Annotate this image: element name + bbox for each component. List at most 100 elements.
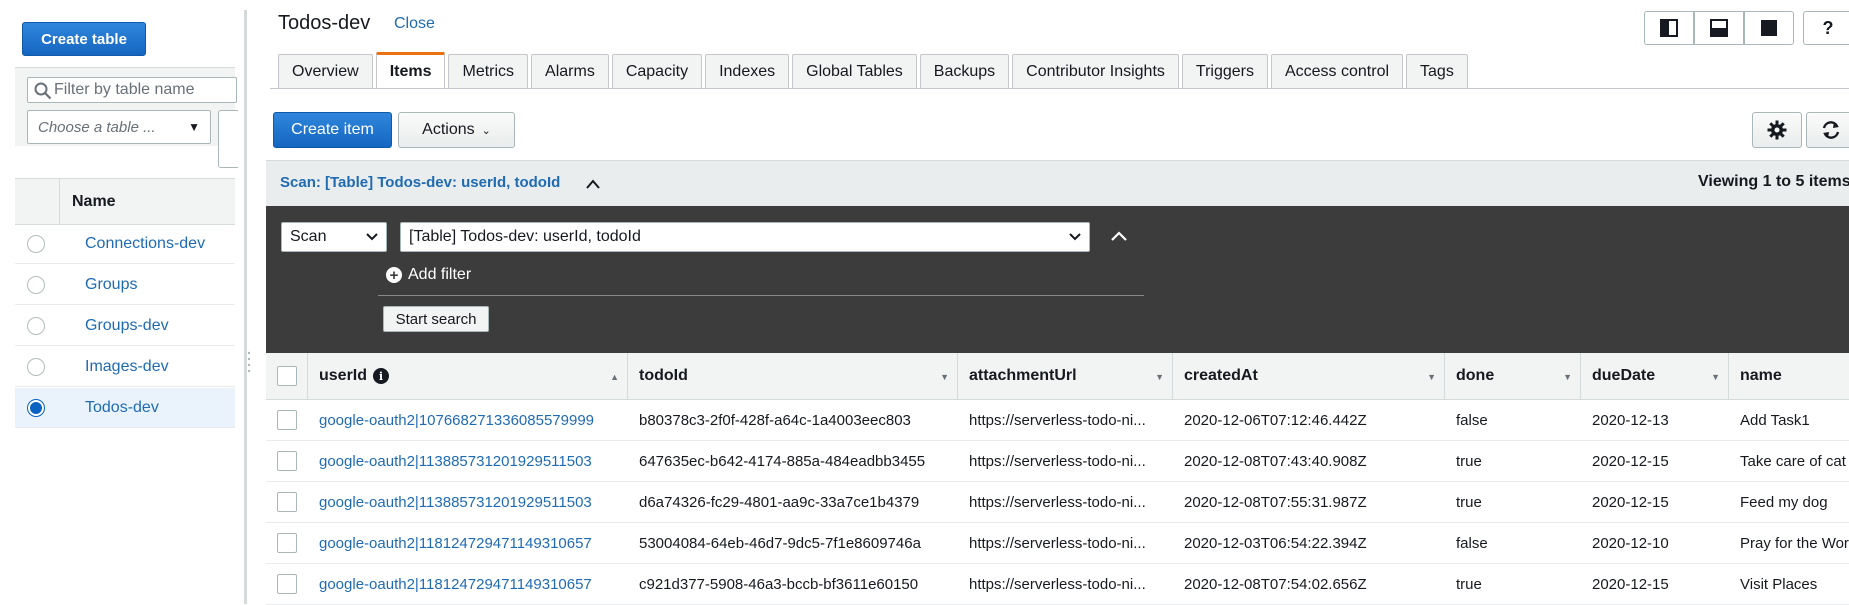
- sort-ascending-icon[interactable]: ▲: [610, 372, 619, 382]
- sort-icon[interactable]: ▼: [1427, 372, 1436, 382]
- tab-overview[interactable]: Overview: [278, 54, 373, 88]
- table-list-item[interactable]: Images-dev: [15, 347, 235, 387]
- split-horizontal-view-button[interactable]: [1694, 11, 1744, 45]
- create-item-button[interactable]: Create item: [273, 112, 392, 148]
- sort-icon[interactable]: ▼: [1563, 372, 1572, 382]
- scan-summary-toggle[interactable]: Scan: [Table] Todos-dev: userId, todoId: [280, 174, 560, 191]
- sort-icon[interactable]: ▼: [940, 372, 949, 382]
- cell-attachmenturl: https://serverless-todo-ni...: [958, 482, 1173, 522]
- viewing-count: Viewing 1 to 5 items: [1698, 173, 1849, 190]
- actions-dropdown-button[interactable]: Actions ⌄: [398, 112, 515, 148]
- help-button[interactable]: ?: [1803, 11, 1849, 45]
- select-all-column: [266, 353, 308, 399]
- tab-access-control[interactable]: Access control: [1270, 54, 1404, 88]
- column-header-createdat[interactable]: createdAt ▼: [1173, 353, 1445, 399]
- cell-userid[interactable]: google-oauth2|118124729471149310657: [308, 523, 628, 563]
- cell-userid[interactable]: google-oauth2|113885731201929511503: [308, 441, 628, 481]
- column-header-userid[interactable]: userId i ▲: [308, 353, 628, 399]
- chevron-down-icon: ⌄: [481, 124, 491, 137]
- radio-button[interactable]: [27, 234, 45, 253]
- collapse-scan-icon[interactable]: [1110, 230, 1128, 242]
- item-link[interactable]: google-oauth2|113885731201929511503: [319, 453, 592, 470]
- radio-button[interactable]: [27, 398, 45, 417]
- sidebar-action-button[interactable]: [218, 110, 238, 168]
- column-header-done[interactable]: done ▼: [1445, 353, 1581, 399]
- table-name-link[interactable]: Groups-dev: [85, 317, 169, 335]
- scan-mode-select[interactable]: Scan: [281, 222, 387, 252]
- row-checkbox[interactable]: [277, 492, 297, 512]
- tab-capacity[interactable]: Capacity: [611, 54, 703, 88]
- item-link[interactable]: google-oauth2|113885731201929511503: [319, 494, 592, 511]
- radio-button[interactable]: [27, 316, 45, 335]
- column-header-label: todoId: [639, 367, 688, 384]
- info-icon[interactable]: i: [373, 368, 390, 384]
- table-list-item[interactable]: Groups: [15, 265, 235, 305]
- create-table-button[interactable]: Create table: [22, 22, 146, 56]
- table-list-item[interactable]: Groups-dev: [15, 306, 235, 346]
- table-name-link[interactable]: Groups: [85, 276, 137, 294]
- chevron-up-icon[interactable]: [585, 178, 601, 190]
- pane-divider[interactable]: [244, 10, 247, 604]
- table-row[interactable]: google-oauth2|118124729471149310657 53004…: [266, 523, 1849, 564]
- cell-value: true: [1456, 493, 1482, 511]
- tab-triggers[interactable]: Triggers: [1181, 54, 1268, 88]
- column-header-label: attachmentUrl: [969, 367, 1077, 384]
- tab-alarms[interactable]: Alarms: [531, 54, 609, 88]
- tab-indexes[interactable]: Indexes: [705, 54, 790, 88]
- row-checkbox[interactable]: [277, 410, 297, 430]
- split-vertical-view-button[interactable]: [1644, 11, 1694, 45]
- item-link[interactable]: google-oauth2|107668271336085579999: [319, 412, 594, 429]
- column-header-label: createdAt: [1184, 367, 1258, 384]
- item-link[interactable]: google-oauth2|118124729471149310657: [319, 576, 592, 593]
- tab-global-tables[interactable]: Global Tables: [792, 54, 917, 88]
- sort-icon[interactable]: ▼: [1711, 372, 1720, 382]
- radio-button[interactable]: [27, 275, 45, 294]
- table-name-link[interactable]: Todos-dev: [85, 399, 159, 417]
- table-row[interactable]: google-oauth2|113885731201929511503 64763…: [266, 441, 1849, 482]
- column-header-duedate[interactable]: dueDate ▼: [1581, 353, 1729, 399]
- refresh-button[interactable]: [1806, 112, 1849, 148]
- table-row[interactable]: google-oauth2|107668271336085579999 b8037…: [266, 400, 1849, 441]
- cell-value: 647635ec-b642-4174-885a-484eadbb3455: [639, 452, 926, 470]
- sort-icon[interactable]: ▼: [1155, 372, 1164, 382]
- close-link[interactable]: Close: [394, 15, 435, 33]
- full-view-button[interactable]: [1744, 11, 1794, 45]
- cell-userid[interactable]: google-oauth2|118124729471149310657: [308, 564, 628, 604]
- select-all-checkbox[interactable]: [277, 366, 297, 386]
- cell-value: 2020-12-13: [1592, 411, 1669, 429]
- column-header-attachmenturl[interactable]: attachmentUrl ▼: [958, 353, 1173, 399]
- start-search-button[interactable]: Start search: [383, 306, 489, 332]
- table-row[interactable]: google-oauth2|113885731201929511503 d6a74…: [266, 482, 1849, 523]
- plus-circle-icon: +: [386, 267, 402, 283]
- table-name-link[interactable]: Images-dev: [85, 358, 169, 376]
- cell-userid[interactable]: google-oauth2|113885731201929511503: [308, 482, 628, 522]
- tab-backups[interactable]: Backups: [919, 54, 1010, 88]
- row-checkbox[interactable]: [277, 533, 297, 553]
- settings-button[interactable]: [1752, 112, 1802, 148]
- table-row[interactable]: google-oauth2|118124729471149310657 c921d…: [266, 564, 1849, 605]
- table-list-item[interactable]: Connections-dev: [15, 224, 235, 264]
- filter-table-input[interactable]: Filter by table name: [27, 77, 237, 103]
- column-header-todoid[interactable]: todoId ▼: [628, 353, 958, 399]
- cell-userid[interactable]: google-oauth2|107668271336085579999: [308, 400, 628, 440]
- tab-contributor-insights[interactable]: Contributor Insights: [1012, 54, 1179, 88]
- cell-name: Pray for the Wor: [1729, 523, 1849, 563]
- cell-todoid: c921d377-5908-46a3-bccb-bf3611e60150: [628, 564, 958, 604]
- full-view-icon: [1761, 20, 1777, 36]
- items-table-body: google-oauth2|107668271336085579999 b8037…: [266, 400, 1849, 605]
- scan-target-select[interactable]: [Table] Todos-dev: userId, todoId: [400, 222, 1090, 252]
- cell-value: true: [1456, 452, 1482, 470]
- column-header-name[interactable]: name: [1729, 353, 1849, 399]
- tab-items[interactable]: Items: [375, 52, 446, 88]
- item-link[interactable]: google-oauth2|118124729471149310657: [319, 535, 592, 552]
- choose-table-select[interactable]: Choose a table ... ▼: [27, 110, 211, 144]
- radio-button[interactable]: [27, 357, 45, 376]
- chevron-down-icon: [366, 233, 378, 241]
- row-checkbox[interactable]: [277, 574, 297, 594]
- table-list-item[interactable]: Todos-dev: [15, 388, 235, 428]
- row-checkbox[interactable]: [277, 451, 297, 471]
- tab-metrics[interactable]: Metrics: [448, 54, 529, 88]
- tab-tags[interactable]: Tags: [1406, 54, 1468, 88]
- table-name-link[interactable]: Connections-dev: [85, 235, 205, 253]
- add-filter-button[interactable]: + Add filter: [386, 266, 471, 284]
